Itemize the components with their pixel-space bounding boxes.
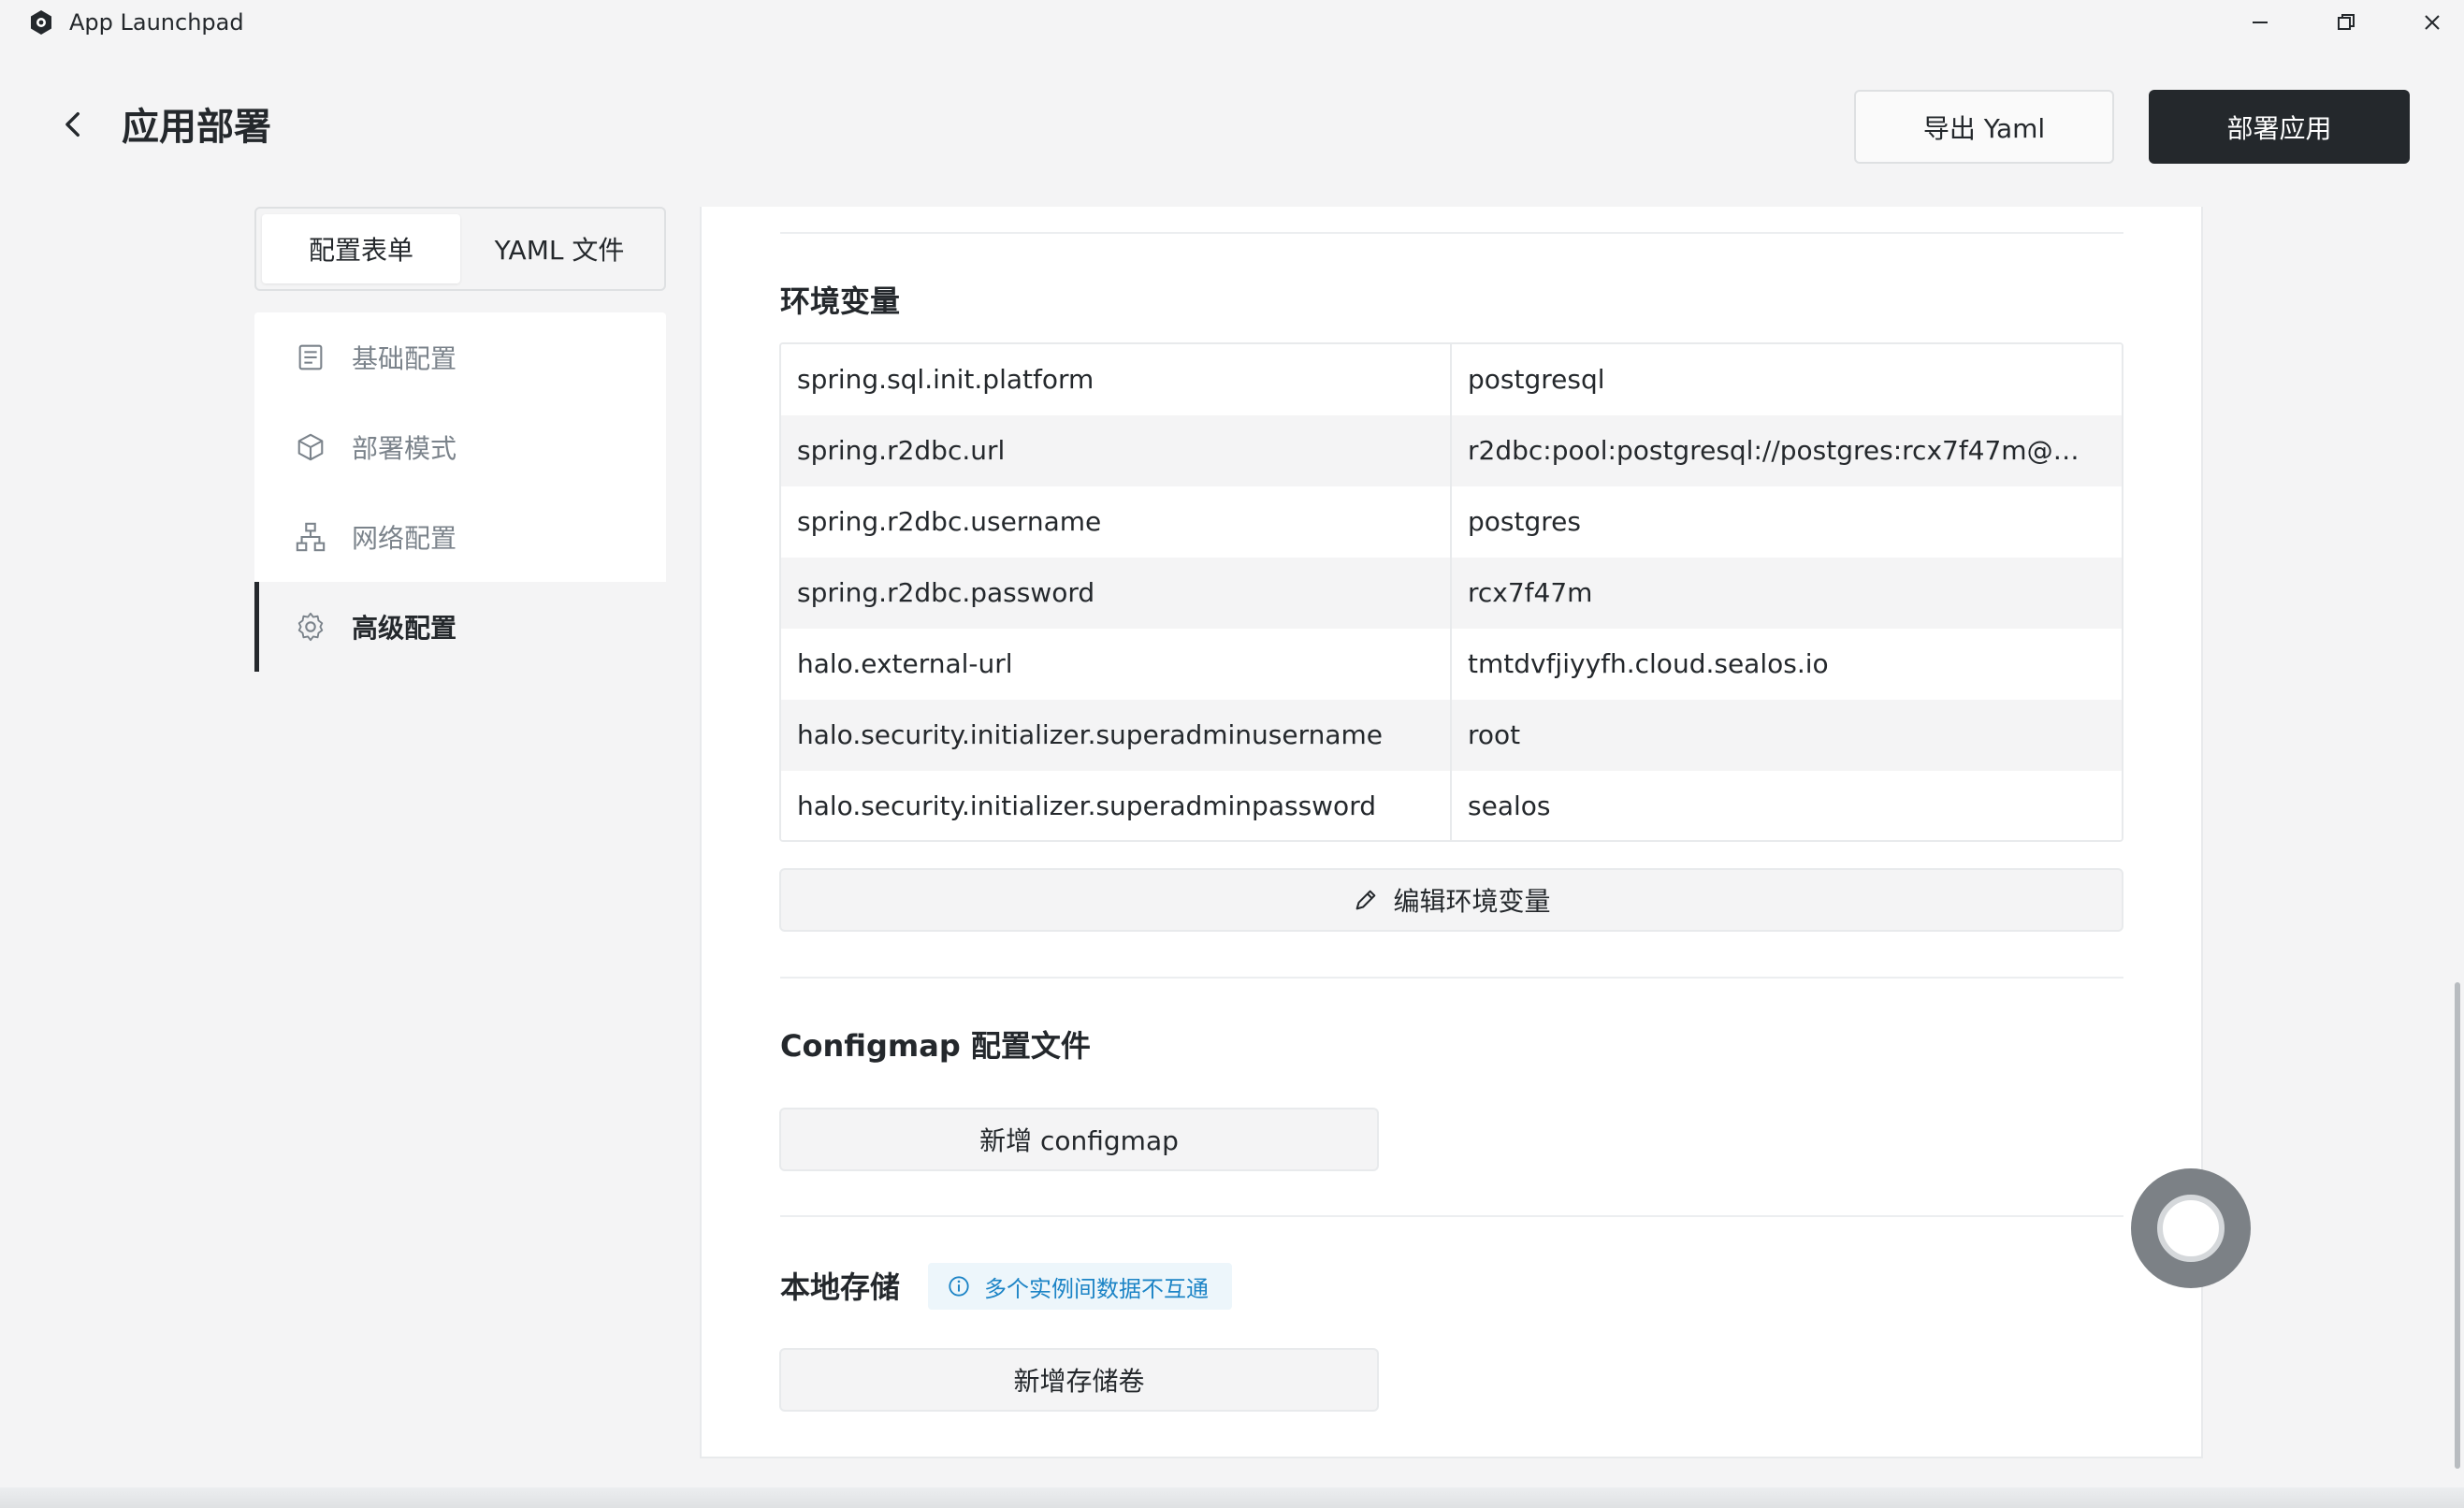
section-divider [780,1215,2123,1217]
sidebar-item-network-config[interactable]: 网络配置 [254,492,666,582]
env-key: spring.r2dbc.url [781,415,1452,486]
cube-icon [294,430,327,464]
tab-yaml-file[interactable]: YAML 文件 [460,214,659,283]
env-value: postgres [1468,506,1581,537]
form-yaml-tab-switch: 配置表单 YAML 文件 [254,207,666,291]
env-value: rcx7f47m [1468,577,1593,608]
close-button[interactable] [2404,4,2460,41]
sidebar-item-label: 高级配置 [352,613,457,644]
edit-env-vars-button[interactable]: 编辑环境变量 [779,868,2123,932]
section-divider [780,232,2123,234]
sidebar-item-label: 部署模式 [352,433,457,464]
minimize-button[interactable] [2232,4,2288,41]
env-value: sealos [1468,790,1551,821]
deploy-app-button[interactable]: 部署应用 [2149,90,2410,164]
sidebar-item-deploy-mode[interactable]: 部署模式 [254,402,666,492]
env-value: root [1468,719,1521,750]
floating-assistant-button[interactable] [2131,1168,2251,1288]
section-divider [780,977,2123,979]
env-value: r2dbc:pool:postgresql://postgres:rcx7f47… [1468,435,2122,466]
env-key: halo.external-url [781,629,1452,700]
table-row: halo.security.initializer.superadminpass… [781,771,2122,840]
add-configmap-button[interactable]: 新增 configmap [779,1108,1379,1171]
sidebar-item-label: 基础配置 [352,343,457,374]
export-yaml-button[interactable]: 导出 Yaml [1854,90,2114,164]
local-storage-title: 本地存储 [780,1269,901,1305]
env-key: spring.sql.init.platform [781,344,1452,415]
page-title: 应用部署 [122,106,271,149]
storage-info-text: 多个实例间数据不互通 [984,1275,1209,1302]
info-circle-icon [947,1274,971,1298]
env-key: halo.security.initializer.superadminpass… [781,771,1452,840]
env-key: spring.r2dbc.password [781,558,1452,629]
table-row: spring.sql.init.platform postgresql [781,344,2122,415]
window-bottom-edge [0,1487,2464,1508]
edit-env-vars-label: 编辑环境变量 [1393,886,1551,917]
sidebar-item-advanced-config[interactable]: 高级配置 [254,582,666,672]
add-storage-volume-button[interactable]: 新增存储卷 [779,1348,1379,1412]
env-vars-table: spring.sql.init.platform postgresql spri… [779,342,2123,842]
gear-icon [294,610,327,644]
tab-config-form[interactable]: 配置表单 [262,214,460,283]
network-icon [294,520,327,554]
config-sidebar: 基础配置 部署模式 网络配置 高级配置 [254,312,666,672]
restore-button[interactable] [2318,4,2374,41]
sidebar-item-basic-config[interactable]: 基础配置 [254,312,666,402]
table-row: spring.r2dbc.url r2dbc:pool:postgresql:/… [781,415,2122,486]
table-row: spring.r2dbc.password rcx7f47m [781,558,2122,629]
back-button[interactable] [54,107,94,146]
floating-button-inner [2157,1195,2225,1262]
document-list-icon [294,341,327,374]
table-row: halo.external-url tmtdvfjiyyfh.cloud.sea… [781,629,2122,700]
chevron-left-icon [58,109,90,144]
page-scrollbar[interactable] [2455,982,2460,1469]
table-row: spring.r2dbc.username postgres [781,486,2122,558]
env-value: postgresql [1468,364,1605,395]
configmap-title: Configmap 配置文件 [780,1028,1091,1064]
env-vars-title: 环境变量 [780,283,901,319]
table-row: halo.security.initializer.superadminuser… [781,700,2122,771]
storage-info-badge: 多个实例间数据不互通 [928,1263,1232,1310]
app-launchpad-icon [26,7,56,37]
env-value: tmtdvfjiyyfh.cloud.sealos.io [1468,648,1829,679]
env-key: spring.r2dbc.username [781,486,1452,558]
title-bar: App Launchpad [0,0,2464,45]
pencil-icon [1352,886,1380,914]
env-key: halo.security.initializer.superadminuser… [781,700,1452,771]
window-title: App Launchpad [69,9,244,36]
sidebar-item-label: 网络配置 [352,523,457,554]
